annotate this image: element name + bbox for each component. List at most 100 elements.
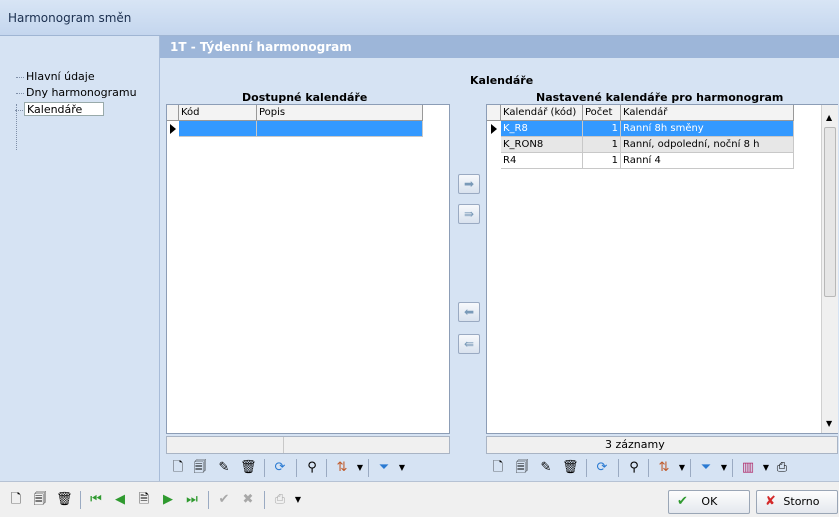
new-record-icon[interactable]: 🗋 <box>8 492 24 508</box>
column-header-popis[interactable]: Popis <box>257 105 423 121</box>
close-icon: ✘ <box>765 494 776 509</box>
record-count: 3 záznamy <box>605 438 665 451</box>
cell-name[interactable]: Ranní 4 <box>621 153 794 169</box>
delete-record-icon[interactable]: 🗑 <box>240 460 257 476</box>
tree-item-kalendare[interactable]: Kalendáře <box>15 102 104 116</box>
row-indicator-header <box>487 105 501 121</box>
new-record-icon[interactable]: 🗋 <box>490 460 506 476</box>
copy-record-icon[interactable]: 🗐 <box>514 460 530 476</box>
copy-record-icon[interactable]: 🗐 <box>192 460 208 476</box>
main-area: Kalendáře Dostupné kalendáře Nastavené k… <box>160 58 839 481</box>
toolbar-separator <box>296 459 297 477</box>
delete-record-icon[interactable]: 🗑 <box>56 492 73 508</box>
print-icon[interactable]: ⎙ <box>272 492 288 508</box>
footer-divider <box>283 437 284 453</box>
previous-record-icon[interactable]: ◀ <box>112 492 128 508</box>
available-toolbar: 🗋 🗐 ✎ 🗑 ⟳ ⚲ ⇅ ▼ ⏷ ▼ <box>166 455 456 481</box>
cell-code[interactable]: K_R8 <box>501 121 583 137</box>
refresh-icon[interactable]: ⟳ <box>272 460 288 476</box>
toolbar-separator <box>368 459 369 477</box>
new-record-icon[interactable]: 🗋 <box>170 460 186 476</box>
window-title: Harmonogram směn <box>8 11 132 25</box>
assigned-toolbar: 🗋 🗐 ✎ 🗑 ⟳ ⚲ ⇅ ▼ ⏷ ▼ ▥ ▼ ⎙ <box>486 455 838 481</box>
chevron-down-icon[interactable]: ▼ <box>758 460 774 476</box>
remove-one-button[interactable]: ⬅ <box>458 302 480 322</box>
toolbar-separator <box>732 459 733 477</box>
copy-record-icon[interactable]: 🗐 <box>32 492 48 508</box>
new-row-cell-popis[interactable] <box>257 121 423 137</box>
last-record-icon[interactable]: ⏭ <box>184 492 200 508</box>
cell-name[interactable]: Ranní, odpolední, noční 8 h <box>621 137 794 153</box>
available-title: Dostupné kalendáře <box>242 91 368 104</box>
tree-item-dny-harmonogramu[interactable]: Dny harmonogramu <box>16 86 156 100</box>
ok-button-label: OK <box>701 495 718 508</box>
toolbar-separator <box>326 459 327 477</box>
assigned-calendars-grid[interactable]: Kalendář (kód) Počet Kalendář K_R8 1 Ran… <box>486 104 838 434</box>
confirm-icon[interactable]: ✔ <box>216 492 232 508</box>
vertical-scrollbar[interactable]: ▲ ▼ <box>821 105 838 433</box>
delete-record-icon[interactable]: 🗑 <box>562 460 579 476</box>
sort-icon[interactable]: ⇅ <box>334 460 350 476</box>
find-icon[interactable]: ⚲ <box>304 460 320 476</box>
refresh-icon[interactable]: ⟳ <box>594 460 610 476</box>
cell-count[interactable]: 1 <box>583 153 621 169</box>
first-record-icon[interactable]: ⏮ <box>88 492 104 508</box>
chevron-down-icon[interactable]: ▼ <box>290 492 306 508</box>
filter-icon[interactable]: ⏷ <box>376 460 392 476</box>
cell-count[interactable]: 1 <box>583 121 621 137</box>
column-header-kod[interactable]: Kód <box>179 105 257 121</box>
toolbar-separator <box>690 459 691 477</box>
column-header-kalendar-kod[interactable]: Kalendář (kód) <box>501 105 583 121</box>
toolbar-separator <box>586 459 587 477</box>
remove-all-button[interactable]: ⇚ <box>458 334 480 354</box>
scroll-up-icon[interactable]: ▲ <box>826 113 832 122</box>
cancel-button-label: Storno <box>783 495 820 508</box>
columns-icon[interactable]: ▥ <box>740 460 756 476</box>
cell-code[interactable]: R4 <box>501 153 583 169</box>
window-titlebar: Harmonogram směn <box>0 0 839 36</box>
toolbar-separator <box>264 459 265 477</box>
cell-count[interactable]: 1 <box>583 137 621 153</box>
print-icon[interactable]: ⎙ <box>774 460 790 476</box>
scroll-down-icon[interactable]: ▼ <box>826 419 832 428</box>
add-one-button[interactable]: ➡ <box>458 174 480 194</box>
sort-icon[interactable]: ⇅ <box>656 460 672 476</box>
add-all-button[interactable]: ⇛ <box>458 204 480 224</box>
filter-icon[interactable]: ⏷ <box>698 460 714 476</box>
chevron-down-icon[interactable]: ▼ <box>394 460 410 476</box>
toolbar-separator <box>264 491 265 509</box>
record-detail-icon[interactable]: 🗎 <box>136 492 152 508</box>
bottom-toolbar: 🗋 🗐 🗑 ⏮ ◀ 🗎 ▶ ⏭ ✔ ✖ ⎙ ▼ ✔ OK ✘ Storno <box>0 481 839 517</box>
calendars-label: Kalendáře <box>470 74 534 87</box>
section-header: 1T - Týdenní harmonogram <box>160 36 839 58</box>
assigned-title: Nastavené kalendáře pro harmonogram <box>536 91 784 104</box>
chevron-down-icon[interactable]: ▼ <box>352 460 368 476</box>
chevron-down-icon[interactable]: ▼ <box>674 460 690 476</box>
cancel-icon[interactable]: ✖ <box>240 492 256 508</box>
column-header-kalendar[interactable]: Kalendář <box>621 105 794 121</box>
cancel-button[interactable]: ✘ Storno <box>756 490 838 514</box>
check-icon: ✔ <box>677 494 688 509</box>
row-pointer-icon <box>491 124 497 134</box>
scrollbar-thumb[interactable] <box>824 127 836 297</box>
find-icon[interactable]: ⚲ <box>626 460 642 476</box>
cell-name[interactable]: Ranní 8h směny <box>621 121 794 137</box>
toolbar-separator <box>208 491 209 509</box>
next-record-icon[interactable]: ▶ <box>160 492 176 508</box>
cell-code[interactable]: K_RON8 <box>501 137 583 153</box>
row-pointer-icon <box>170 124 176 134</box>
chevron-down-icon[interactable]: ▼ <box>716 460 732 476</box>
available-calendars-grid[interactable]: Kód Popis <box>166 104 450 434</box>
ok-button[interactable]: ✔ OK <box>668 490 750 514</box>
edit-record-icon[interactable]: ✎ <box>538 460 554 476</box>
new-row-cell-kod[interactable] <box>179 121 257 137</box>
tree-item-hlavni-udaje[interactable]: Hlavní údaje <box>16 70 156 84</box>
toolbar-separator <box>618 459 619 477</box>
row-indicator-header <box>167 105 179 121</box>
toolbar-separator <box>80 491 81 509</box>
edit-record-icon[interactable]: ✎ <box>216 460 232 476</box>
available-grid-footer <box>166 436 450 454</box>
toolbar-separator <box>648 459 649 477</box>
assigned-grid-footer: 3 záznamy <box>486 436 838 454</box>
column-header-pocet[interactable]: Počet <box>583 105 621 121</box>
